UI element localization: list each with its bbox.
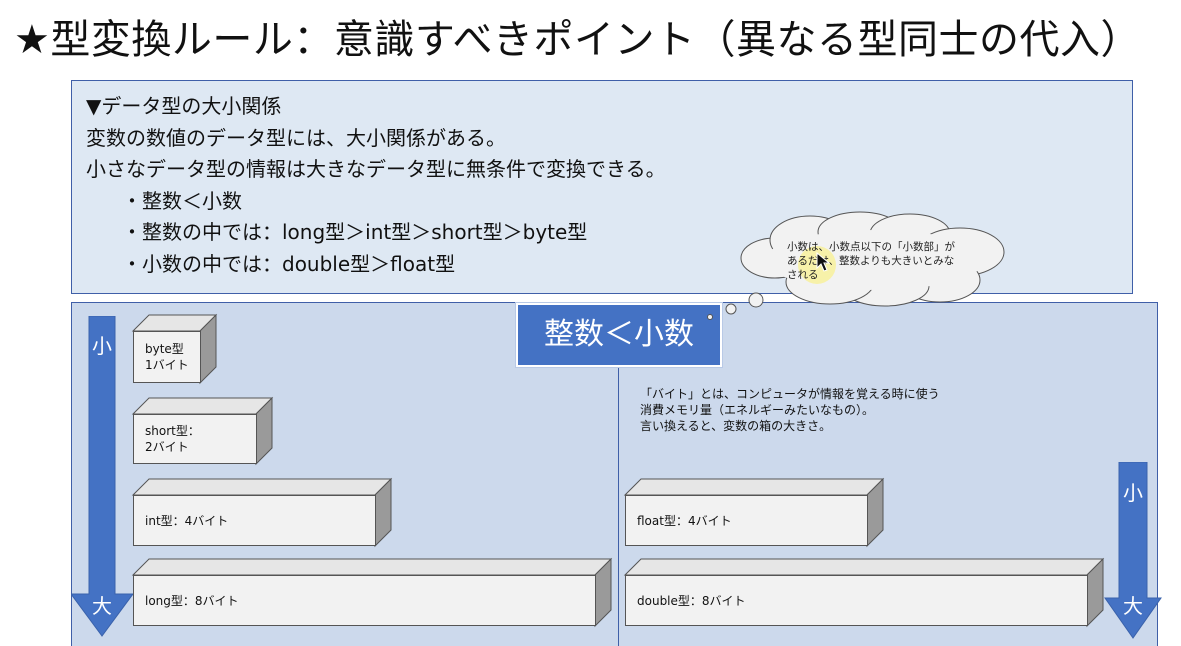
byte-note-line-2: 消費メモリ量（エネルギーみたいなもの）。 <box>640 403 875 417</box>
short-type-name: short型： <box>145 424 200 438</box>
long-type-box: long型：8バイト <box>131 557 613 628</box>
left-arrow-top-label: 小 <box>92 334 112 358</box>
info-heading: ▼データ型の大小関係 <box>86 94 282 118</box>
short-type-size: 2バイト <box>145 440 189 454</box>
cloud-small-bubbles <box>707 303 737 320</box>
cloud-note: 小数は、小数点以下の「小数部」があるだけ、整数よりも大きいとみなされる <box>787 241 955 281</box>
slide-title: ★型変換ルール：意識すべきポイント（異なる型同士の代入） <box>14 17 1142 63</box>
left-arrow-bottom-label: 大 <box>92 594 112 618</box>
double-box-face: double型：8バイト <box>625 575 1088 626</box>
double-type-box: double型：8バイト <box>623 557 1105 628</box>
int-type-box: int型：4バイト <box>131 477 393 548</box>
float-type-label: float型：4バイト <box>637 513 732 528</box>
mouse-pointer-icon <box>816 252 830 272</box>
float-box-face: float型：4バイト <box>625 495 868 546</box>
int-box-face: int型：4バイト <box>133 495 376 546</box>
byte-type-box: byte型 1バイト <box>131 313 218 385</box>
info-line-2: 小さなデータ型の情報は大きなデータ型に無条件で変換できる。 <box>86 157 666 181</box>
byte-type-name: byte型 <box>145 342 184 356</box>
byte-note-line-3: 言い換えると、変数の箱の大きさ。 <box>640 419 832 433</box>
byte-type-size: 1バイト <box>145 358 189 372</box>
byte-note-line-1: 「バイト」とは、コンピュータが情報を覚える時に使う <box>640 387 940 401</box>
right-arrow-bottom-label: 大 <box>1123 594 1143 618</box>
short-box-face: short型： 2バイト <box>133 414 257 464</box>
integer-less-than-decimal-label: 整数＜小数 <box>516 303 722 367</box>
byte-explanation-note: 「バイト」とは、コンピュータが情報を覚える時に使う 消費メモリ量（エネルギーみた… <box>640 386 940 434</box>
int-type-label: int型：4バイト <box>145 513 229 528</box>
right-arrow-top-label: 小 <box>1123 481 1143 505</box>
short-type-box: short型： 2バイト <box>131 396 274 466</box>
double-type-label: double型：8バイト <box>637 593 746 608</box>
long-box-face: long型：8バイト <box>133 575 596 626</box>
long-type-label: long型：8バイト <box>145 593 239 608</box>
float-type-box: float型：4バイト <box>623 477 885 548</box>
info-line-1: 変数の数値のデータ型には、大小関係がある。 <box>86 125 506 150</box>
byte-box-face: byte型 1バイト <box>133 331 201 383</box>
